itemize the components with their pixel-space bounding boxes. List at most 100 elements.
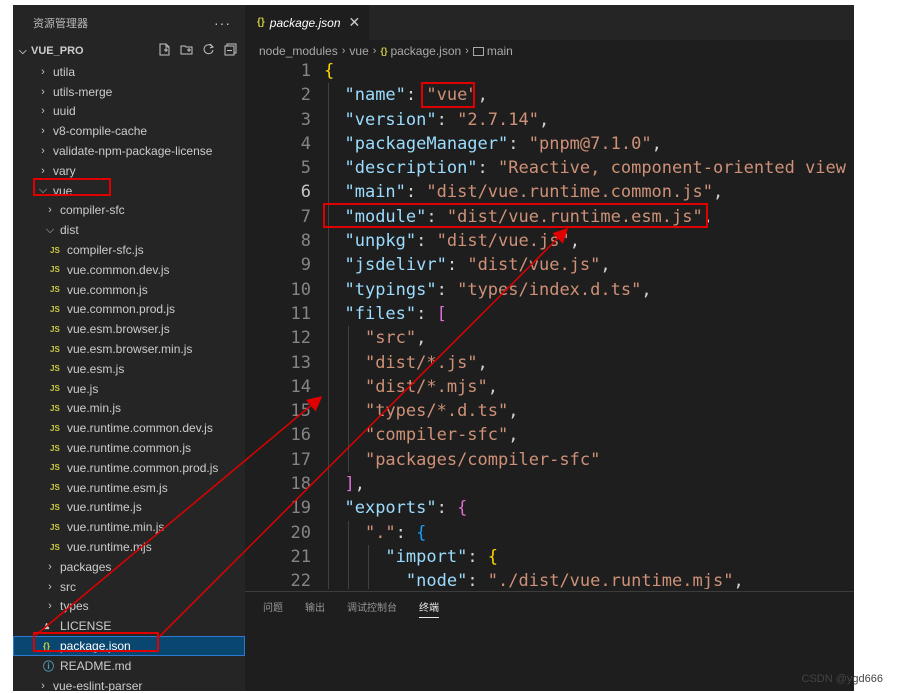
line-content: "module": "dist/vue.runtime.esm.js", xyxy=(324,205,713,229)
close-icon[interactable]: ✕ xyxy=(349,14,361,31)
code-token: "node" xyxy=(344,571,468,589)
new-folder-icon xyxy=(180,45,193,55)
json-file-icon: {} xyxy=(257,17,265,28)
tree-item-vue[interactable]: ⌵ vue xyxy=(13,181,245,201)
tree-item-validate-npm-package-license[interactable]: › validate-npm-package-license xyxy=(13,141,245,161)
refresh-button[interactable] xyxy=(202,43,215,56)
code-token: , xyxy=(354,474,365,495)
tree-item-dist[interactable]: ⌵ dist xyxy=(13,220,245,240)
tree-item-utila[interactable]: › utila xyxy=(13,62,245,82)
tree-item-license[interactable]: ♟ LICENSE xyxy=(13,616,245,636)
tab-problems[interactable]: 问题 xyxy=(263,592,283,622)
tree-item-vary[interactable]: › vary xyxy=(13,161,245,181)
tree-item-vue-common-dev-js[interactable]: JS vue.common.dev.js xyxy=(13,260,245,280)
json-file-icon: {} xyxy=(380,46,388,56)
code-token: "dist/*.js" xyxy=(344,352,478,373)
code-token: "pnpm@7.1.0" xyxy=(528,133,652,154)
code-token: : xyxy=(426,206,447,227)
line-number: 14 xyxy=(290,376,311,397)
tree-item-vue-eslint-parser[interactable]: › vue-eslint-parser xyxy=(13,676,245,691)
code-token: ] xyxy=(344,474,355,495)
tree-item-label: vue.common.dev.js xyxy=(67,262,170,277)
tree-item-label: vue.js xyxy=(67,381,99,396)
license-icon: ♟ xyxy=(43,621,51,631)
tree-item-vue-min-js[interactable]: JS vue.min.js xyxy=(13,399,245,419)
code-token: , xyxy=(416,328,427,349)
code-line: 3 "version": "2.7.14", xyxy=(245,107,854,132)
tree-item-vue-esm-js[interactable]: JS vue.esm.js xyxy=(13,359,245,379)
tree-item-vue-runtime-common-js[interactable]: JS vue.runtime.common.js xyxy=(13,438,245,458)
tab-terminal[interactable]: 终端 xyxy=(419,592,439,622)
project-name: VUE_PRO xyxy=(31,45,84,57)
line-number: 6 xyxy=(300,182,311,203)
breadcrumb-item[interactable]: node_modules xyxy=(259,44,338,58)
tree-item-vue-esm-browser-min-js[interactable]: JS vue.esm.browser.min.js xyxy=(13,339,245,359)
line-content: "node": "./dist/vue.runtime.mjs", xyxy=(324,569,744,589)
code-token: : xyxy=(436,279,458,300)
tree-item-vue-common-prod-js[interactable]: JS vue.common.prod.js xyxy=(13,300,245,320)
line-number: 9 xyxy=(300,255,311,276)
project-folder-row[interactable]: ⌵ VUE_PRO xyxy=(13,40,245,62)
tree-item-vue-common-js[interactable]: JS vue.common.js xyxy=(13,280,245,300)
tree-item-vue-runtime-js[interactable]: JS vue.runtime.js xyxy=(13,498,245,518)
more-actions-button[interactable]: ··· xyxy=(214,15,231,31)
tree-item-compiler-sfc-js[interactable]: JS compiler-sfc.js xyxy=(13,240,245,260)
tree-item-vue-runtime-min-js[interactable]: JS vue.runtime.min.js xyxy=(13,517,245,537)
tab-output[interactable]: 输出 xyxy=(305,592,325,622)
tree-item-vue-runtime-common-dev-js[interactable]: JS vue.runtime.common.dev.js xyxy=(13,418,245,438)
code-line: 7 "module": "dist/vue.runtime.esm.js", xyxy=(245,204,854,230)
tree-item-v8-compile-cache[interactable]: › v8-compile-cache xyxy=(13,121,245,141)
code-token: : xyxy=(467,546,488,567)
code-token: "types/index.d.ts" xyxy=(457,279,642,300)
breadcrumb-item[interactable]: vue xyxy=(349,44,368,58)
code-token: , xyxy=(487,376,499,397)
tree-item-utils-merge[interactable]: › utils-merge xyxy=(13,82,245,102)
tree-item-vue-js[interactable]: JS vue.js xyxy=(13,379,245,399)
code-token: , xyxy=(538,109,550,130)
line-number: 16 xyxy=(290,425,311,446)
code-line: 14 "dist/*.mjs", xyxy=(245,374,854,400)
tree-item-src[interactable]: › src xyxy=(13,577,245,597)
code-token: , xyxy=(477,352,488,373)
chevron-right-icon: › xyxy=(41,679,45,691)
tree-item-vue-runtime-esm-js[interactable]: JS vue.runtime.esm.js xyxy=(13,478,245,498)
tree-item-vue-runtime-mjs[interactable]: JS vue.runtime.mjs xyxy=(13,537,245,557)
code-token: "name" xyxy=(344,85,406,106)
code-token: "dist/vue.js" xyxy=(436,231,570,252)
tree-item-compiler-sfc[interactable]: › compiler-sfc xyxy=(13,201,245,221)
tree-item-label: validate-npm-package-license xyxy=(53,144,213,159)
code-token: "src" xyxy=(344,328,417,349)
code-line: 9 "jsdelivr": "dist/vue.js", xyxy=(245,253,854,278)
tab-package-json[interactable]: {} package.json ✕ xyxy=(245,5,369,40)
breadcrumb-item[interactable]: main xyxy=(487,44,513,58)
explorer-toolbar xyxy=(158,43,237,56)
code-token: , xyxy=(477,85,488,106)
tree-item-label: vue.esm.js xyxy=(67,361,125,376)
line-number: 18 xyxy=(290,474,311,495)
tree-item-readme-md[interactable]: ⓘ README.md xyxy=(13,656,245,676)
line-content: "packageManager": "pnpm@7.1.0", xyxy=(324,132,661,156)
code-token: "module" xyxy=(344,206,427,227)
tab-debug-console[interactable]: 调试控制台 xyxy=(347,592,397,622)
tree-item-packages[interactable]: › packages xyxy=(13,557,245,577)
code-token: "compiler-sfc" xyxy=(344,425,509,446)
chevron-right-icon: › xyxy=(48,580,52,593)
code-token: "packageManager" xyxy=(344,133,509,154)
collapse-all-button[interactable] xyxy=(224,43,237,56)
code-line: 13 "dist/*.js", xyxy=(245,350,854,375)
tree-item-uuid[interactable]: › uuid xyxy=(13,102,245,122)
new-file-button[interactable] xyxy=(158,43,171,56)
code-editor[interactable]: 1{2 "name": "vue", 3 "version": "2.7.14",… xyxy=(245,59,854,589)
new-folder-button[interactable] xyxy=(180,43,193,56)
tree-item-types[interactable]: › types xyxy=(13,597,245,617)
tree-item-vue-runtime-common-prod-js[interactable]: JS vue.runtime.common.prod.js xyxy=(13,458,245,478)
tree-item-label: utila xyxy=(53,64,76,79)
tree-item-package-json[interactable]: {} package.json xyxy=(13,636,245,656)
tree-item-vue-esm-browser-js[interactable]: JS vue.esm.browser.js xyxy=(13,319,245,339)
js-file-icon: JS xyxy=(50,285,60,295)
breadcrumb-item[interactable]: package.json xyxy=(390,44,461,58)
chevron-down-icon: ⌵ xyxy=(38,184,48,197)
js-file-icon: JS xyxy=(50,542,60,552)
code-line: 4 "packageManager": "pnpm@7.1.0", xyxy=(245,131,854,157)
code-line: 22 "node": "./dist/vue.runtime.mjs", xyxy=(245,569,854,589)
